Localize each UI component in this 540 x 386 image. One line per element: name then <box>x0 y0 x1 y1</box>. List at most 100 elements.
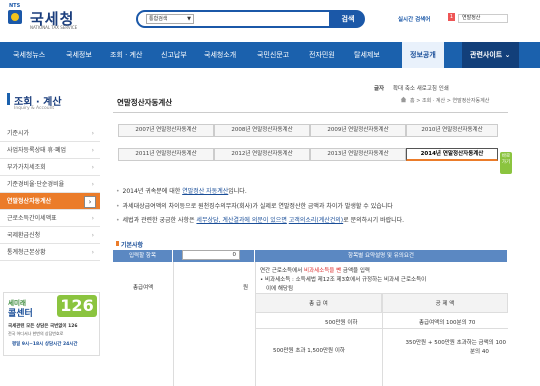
bullet-text: 로 문의하시기 바랍니다. <box>343 217 405 224</box>
sidebar-item-label: 통계청근본상황 <box>7 249 46 256</box>
info-bullet-1: • 2014년 귀속분에 대한 연말정산 자동계산입니다. <box>116 186 247 195</box>
sidebar-item-refund[interactable]: 국제환급신청 › <box>0 227 100 244</box>
nav-item-report[interactable]: 탈세제보 <box>354 42 380 68</box>
tab-year-2012[interactable]: 2012년 연말정산자동계산 <box>214 148 310 161</box>
sub-cell: 500만원 초과 1,500만원 이하 <box>273 348 345 354</box>
row-label-total-pay: 총급여액 <box>133 285 154 291</box>
customer-voice-link[interactable]: 고객의소리(계산건의) <box>289 217 343 224</box>
nav-item-public-info[interactable]: 정보공개 <box>402 42 444 68</box>
search-scope-label: 통합검색 <box>149 16 168 22</box>
home-icon[interactable] <box>400 96 407 103</box>
top-header: NTS 국세청 NATIONAL TAX SERVICE 통합검색 ▼ 검색 실… <box>0 0 540 42</box>
sidebar-item-vat[interactable]: 부가가치세조회 › <box>0 159 100 176</box>
sidebar-item-label: 기준시가 <box>7 130 30 137</box>
main-nav: 국세청뉴스 국세정보 조회 · 계산 신고납부 국세청소개 국민신문고 전자민원… <box>0 42 540 68</box>
banner-desc2: 전국 어디서나 한번의 상담번호로 <box>8 331 64 336</box>
banner-number: 126 <box>57 295 97 317</box>
font-size-label: 글자 <box>374 86 385 92</box>
sub-cell: 500만원 이하 <box>325 320 358 326</box>
nav-item-about[interactable]: 국세청소개 <box>204 42 236 68</box>
chevron-right-icon: › <box>91 181 94 188</box>
quick-link-tab[interactable]: 바로가기 <box>500 152 512 174</box>
sidebar-item-withholding-table[interactable]: 근로소득간이세액표 › <box>0 210 100 227</box>
sidebar-item-label: 부가가치세조회 <box>7 164 46 171</box>
desc-text: 연간 근로소득에서 <box>260 268 304 274</box>
chevron-right-icon: › <box>91 232 94 239</box>
total-pay-input[interactable]: 0 <box>182 250 240 260</box>
sub-cell: 분의 40 <box>470 349 489 355</box>
nav-item-taxinfo[interactable]: 국세정보 <box>66 42 92 68</box>
chevron-right-icon: › <box>91 215 94 222</box>
sidebar-item-expense-rate[interactable]: 기준경비율·단순경비율 › <box>0 176 100 193</box>
sidebar-item-label: 연말정산자동계산 <box>7 198 52 205</box>
call-center-banner[interactable]: 세미래 콜센터 126 국세관련 모든 상담은 국번없이 126 전국 어디서나… <box>3 292 100 356</box>
chevron-down-icon: ▼ <box>187 16 191 22</box>
chevron-right-icon: › <box>91 147 94 154</box>
section-accent <box>116 241 119 246</box>
title-divider <box>113 112 508 113</box>
utility-bar[interactable]: 확대 축소 새로고침 인쇄 <box>393 84 449 92</box>
bullet-icon: • <box>116 188 120 195</box>
search-scope-select[interactable]: 통합검색 ▼ <box>146 14 194 24</box>
hot-keyword-item[interactable]: 연말정산 <box>458 14 508 23</box>
table-header: 항목별 요약설명 및 유의요건 <box>255 250 508 262</box>
nav-item-civil[interactable]: 전자민원 <box>309 42 335 68</box>
tax-consult-link[interactable]: 세무상담, 계산결과에 의문이 있으면 <box>196 217 286 224</box>
sidebar-item-label: 사업자등록상태 휴·폐업 <box>7 147 67 154</box>
bullet-text: 2014년 귀속분에 대한 <box>122 188 183 195</box>
bullet-icon: • <box>116 217 120 224</box>
bullet-icon: • <box>116 203 120 210</box>
sidebar-item-statistics[interactable]: 통계청근본상황 › <box>0 244 100 261</box>
basic-info-table: 입력할 항목 선택 또는 입력 항목별 요약설명 및 유의요건 총급여액 원 연… <box>113 250 508 386</box>
nav-item-news[interactable]: 국세청뉴스 <box>13 42 45 68</box>
table-header: 입력할 항목 <box>113 250 173 262</box>
info-bullet-2: • 과세대상급여액의 차이등으로 원천징수의무자(회사)가 실제로 연말정산한 금… <box>116 201 393 210</box>
desc-line3: 이에 해당됨 <box>266 286 294 292</box>
tab-year-2010[interactable]: 2010년 연말정산자동계산 <box>406 124 498 137</box>
banner-desc1: 국세관련 모든 상담은 국번없이 126 <box>8 324 78 329</box>
chevron-right-icon: › <box>91 130 94 137</box>
chevron-right-icon[interactable]: › <box>84 196 96 208</box>
sub-cell: 350만원 + 500만원 초과하는 금액의 100 <box>405 340 506 346</box>
tab-year-2009[interactable]: 2009년 연말정산자동계산 <box>310 124 406 137</box>
bullet-text: 입니다. <box>228 188 247 195</box>
sidebar-item-label: 근로소득간이세액표 <box>7 215 57 222</box>
tab-year-2014[interactable]: 2014년 연말정산자동계산 <box>406 148 498 161</box>
sidebar-subtitle: Inquiry & Account <box>14 106 55 111</box>
section-title: 기본사항 <box>121 242 144 249</box>
table-divider <box>173 262 174 386</box>
nts-logo-icon[interactable] <box>8 10 22 24</box>
sub-cell: 총급여액의 100분의 70 <box>419 320 476 326</box>
tab-year-2007[interactable]: 2007년 연말정산자동계산 <box>118 124 214 137</box>
nav-item-filing[interactable]: 신고납부 <box>161 42 187 68</box>
logo-nts: NTS <box>9 3 21 9</box>
nav-item-related-sites[interactable]: 관련사이트 ⌄ <box>462 42 519 68</box>
desc-line1: 연간 근로소득에서 비과세소득을 뺀 금액을 입력 <box>260 266 370 274</box>
tab-year-2013[interactable]: 2013년 연말정산자동계산 <box>310 148 406 161</box>
sidebar-item-standard-price[interactable]: 기준시가 › <box>0 125 100 142</box>
bullet-link[interactable]: 연말정산 자동계산 <box>182 188 228 195</box>
sub-header-total-pay: 총 급 여 <box>255 293 382 313</box>
unit-won: 원 <box>243 285 249 291</box>
tab-year-2011[interactable]: 2011년 연말정산자동계산 <box>118 148 214 161</box>
sidebar-item-business-status[interactable]: 사업자등록상태 휴·폐업 › <box>0 142 100 159</box>
chevron-right-icon: › <box>91 249 94 256</box>
bullet-text: 과세대상급여액의 차이등으로 원천징수의무자(회사)가 실제로 연말정산한 금액… <box>122 203 393 210</box>
hot-keyword-rank: 1 <box>448 13 455 21</box>
tab-year-2008[interactable]: 2008년 연말정산자동계산 <box>214 124 310 137</box>
page-title: 연말정산자동계산 <box>117 98 173 107</box>
chevron-right-icon: › <box>91 164 94 171</box>
sidebar-title-accent <box>7 93 10 105</box>
breadcrumb: 홈 > 조회 · 계산 > 연말정산자동계산 <box>410 98 490 104</box>
nontaxable-link[interactable]: 비과세소득을 뺀 <box>304 268 341 274</box>
table-divider <box>255 262 256 386</box>
desc-text: 금액을 입력 <box>341 268 370 274</box>
sidebar-item-label: 기준경비율·단순경비율 <box>7 181 65 188</box>
table-divider <box>382 313 383 386</box>
logo-subtitle: NATIONAL TAX SERVICE <box>30 25 78 30</box>
nav-item-inquiry[interactable]: 조회 · 계산 <box>110 42 142 68</box>
nav-item-sinmungo[interactable]: 국민신문고 <box>257 42 289 68</box>
banner-line2: 콜센터 <box>8 309 33 319</box>
sub-header-deduction: 공 제 액 <box>382 293 508 313</box>
search-button[interactable]: 검색 <box>331 10 365 28</box>
